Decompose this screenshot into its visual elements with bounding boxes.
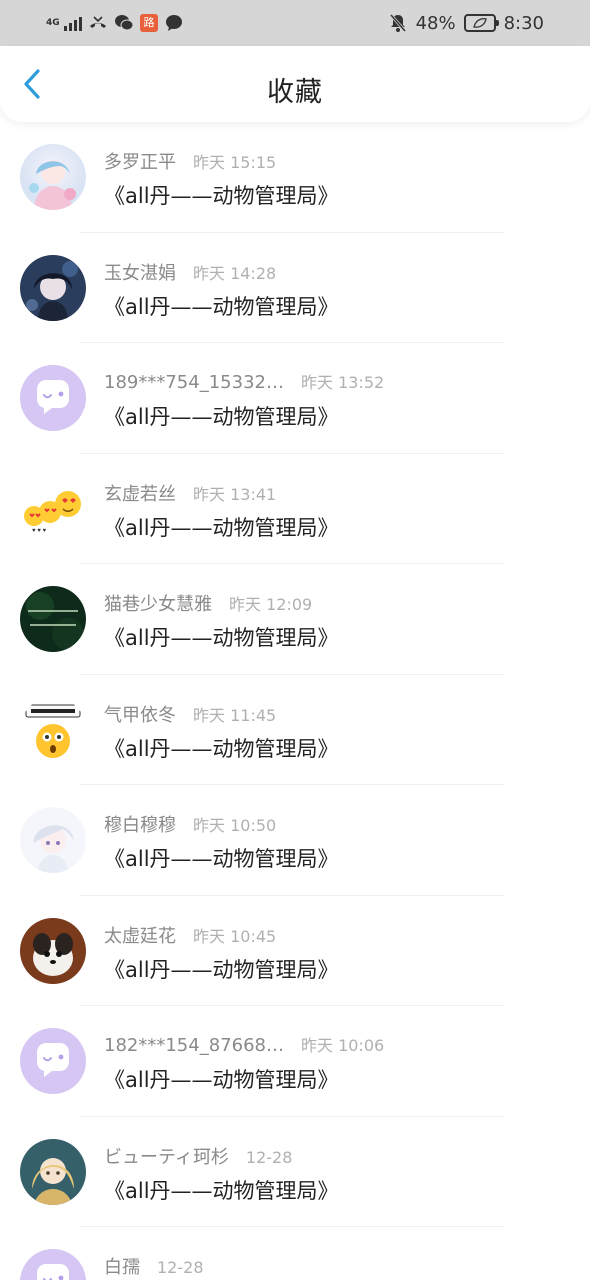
timestamp: 昨天 11:45 xyxy=(193,705,277,725)
favorite-item[interactable]: 玉女湛娟 昨天 14:28 《all丹——动物管理局》 xyxy=(0,233,590,343)
chat-bubble-icon xyxy=(164,13,184,33)
mute-bell-icon xyxy=(388,13,408,33)
clock: 8:30 xyxy=(503,12,544,34)
book-title: 《all丹——动物管理局》 xyxy=(104,626,339,650)
page-title: 收藏 xyxy=(267,77,323,108)
timestamp: 12-28 xyxy=(245,1147,293,1167)
user-name[interactable]: ビューティ珂杉 xyxy=(104,1143,229,1169)
item-meta: 182***154_87668… 昨天 10:06 xyxy=(104,1032,384,1056)
network-type: 4G xyxy=(46,17,60,28)
book-title: 《all丹——动物管理局》 xyxy=(104,957,339,982)
favorite-item[interactable]: 189***754_15332… 昨天 13:52 《all丹——动物管理局》 xyxy=(0,343,590,454)
user-name[interactable]: 多罗正平 xyxy=(104,148,176,174)
favorite-item[interactable]: 太虚廷花 昨天 10:45 《all丹——动物管理局》 xyxy=(0,896,590,1006)
favorite-item[interactable]: ビューティ珂杉 12-28 《all丹——动物管理局》 xyxy=(0,1117,590,1227)
avatar[interactable] xyxy=(20,365,86,431)
user-name[interactable]: 太虚廷花 xyxy=(104,922,176,948)
avatar[interactable] xyxy=(20,586,86,652)
item-meta: 189***754_15332… 昨天 13:52 xyxy=(104,369,384,393)
book-title: 《all丹——动物管理局》 xyxy=(104,1178,339,1203)
avatar[interactable] xyxy=(20,807,86,873)
favorite-item[interactable]: 气甲依冬 昨天 11:45 《all丹——动物管理局》 xyxy=(0,675,590,785)
avatar[interactable]: ♥ ♥ ♥ xyxy=(20,475,86,542)
item-meta: 猫巷少女慧雅 昨天 12:09 xyxy=(104,590,312,616)
user-name[interactable]: 穆白穆穆 xyxy=(104,811,176,837)
timestamp: 昨天 12:09 xyxy=(229,595,313,614)
favorites-list: 多罗正平 昨天 15:15 《all丹——动物管理局》 玉女湛娟 昨天 14:28 《al… xyxy=(0,122,590,1280)
book-title: 《all丹——动物管理局》 xyxy=(104,294,339,319)
timestamp: 12-28 xyxy=(157,1258,204,1277)
avatar[interactable] xyxy=(20,144,86,210)
item-meta: ビューティ珂杉 12-28 xyxy=(104,1143,292,1169)
item-meta: 玄虚若丝 昨天 13:41 xyxy=(104,480,276,506)
timestamp: 昨天 10:06 xyxy=(300,1036,385,1055)
favorite-item[interactable]: ♥ ♥ ♥ 玄虚若丝 昨天 13:41 《all丹——动物管理局》 xyxy=(0,454,590,564)
user-name[interactable]: 白孺 xyxy=(104,1253,140,1279)
avatar[interactable] xyxy=(20,1249,86,1280)
timestamp: 昨天 13:52 xyxy=(300,373,385,392)
item-meta: 气甲依冬 昨天 11:45 xyxy=(104,701,276,727)
timestamp: 昨天 14:28 xyxy=(193,263,277,283)
missed-call-icon xyxy=(88,13,108,33)
signal-icon xyxy=(64,15,82,31)
item-meta: 白孺 12-28 xyxy=(104,1253,204,1279)
timestamp: 昨天 15:15 xyxy=(193,153,277,172)
timestamp: 昨天 10:45 xyxy=(193,926,277,946)
user-name[interactable]: 189***754_15332… xyxy=(104,372,284,393)
app-badge-icon: 路 xyxy=(140,14,158,32)
svg-text:♥ ♥ ♥: ♥ ♥ ♥ xyxy=(32,528,46,534)
battery-icon xyxy=(463,14,499,32)
favorite-item[interactable]: 182***154_87668… 昨天 10:06 《all丹——动物管理局》 xyxy=(0,1006,590,1117)
user-name[interactable]: 猫巷少女慧雅 xyxy=(104,590,212,616)
status-bar: 4G 路 48% 8:30 xyxy=(0,0,590,46)
wechat-icon xyxy=(114,13,134,33)
item-meta: 玉女湛娟 昨天 14:28 xyxy=(104,259,276,285)
timestamp: 昨天 13:41 xyxy=(193,484,277,504)
user-name[interactable]: 182***154_87668… xyxy=(104,1035,284,1056)
favorite-item[interactable]: 多罗正平 昨天 15:15 《all丹——动物管理局》 xyxy=(0,122,590,233)
timestamp: 昨天 10:50 xyxy=(193,816,277,835)
avatar[interactable] xyxy=(20,1138,86,1205)
user-name[interactable]: 玉女湛娟 xyxy=(104,259,176,285)
item-meta: 多罗正平 昨天 15:15 xyxy=(104,148,276,174)
favorite-item[interactable]: 白孺 12-28 xyxy=(0,1227,590,1280)
favorite-item[interactable]: 猫巷少女慧雅 昨天 12:09 《all丹——动物管理局》 xyxy=(0,564,590,675)
avatar[interactable] xyxy=(20,254,86,321)
book-title: 《all丹——动物管理局》 xyxy=(104,184,339,208)
favorite-item[interactable]: 穆白穆穆 昨天 10:50 《all丹——动物管理局》 xyxy=(0,785,590,896)
book-title: 《all丹——动物管理局》 xyxy=(104,1068,339,1092)
book-title: 《all丹——动物管理局》 xyxy=(104,736,339,761)
avatar[interactable] xyxy=(20,696,86,763)
avatar[interactable] xyxy=(20,1028,86,1094)
user-name[interactable]: 玄虚若丝 xyxy=(104,480,176,506)
book-title: 《all丹——动物管理局》 xyxy=(104,405,339,429)
book-title: 《all丹——动物管理局》 xyxy=(104,847,339,871)
battery-percent: 48% xyxy=(415,12,456,34)
item-meta: 穆白穆穆 昨天 10:50 xyxy=(104,811,276,837)
user-name[interactable]: 气甲依冬 xyxy=(104,701,176,727)
avatar[interactable] xyxy=(20,917,86,984)
book-title: 《all丹——动物管理局》 xyxy=(104,515,339,540)
item-meta: 太虚廷花 昨天 10:45 xyxy=(104,922,276,948)
app-header: 收藏 xyxy=(0,46,590,122)
